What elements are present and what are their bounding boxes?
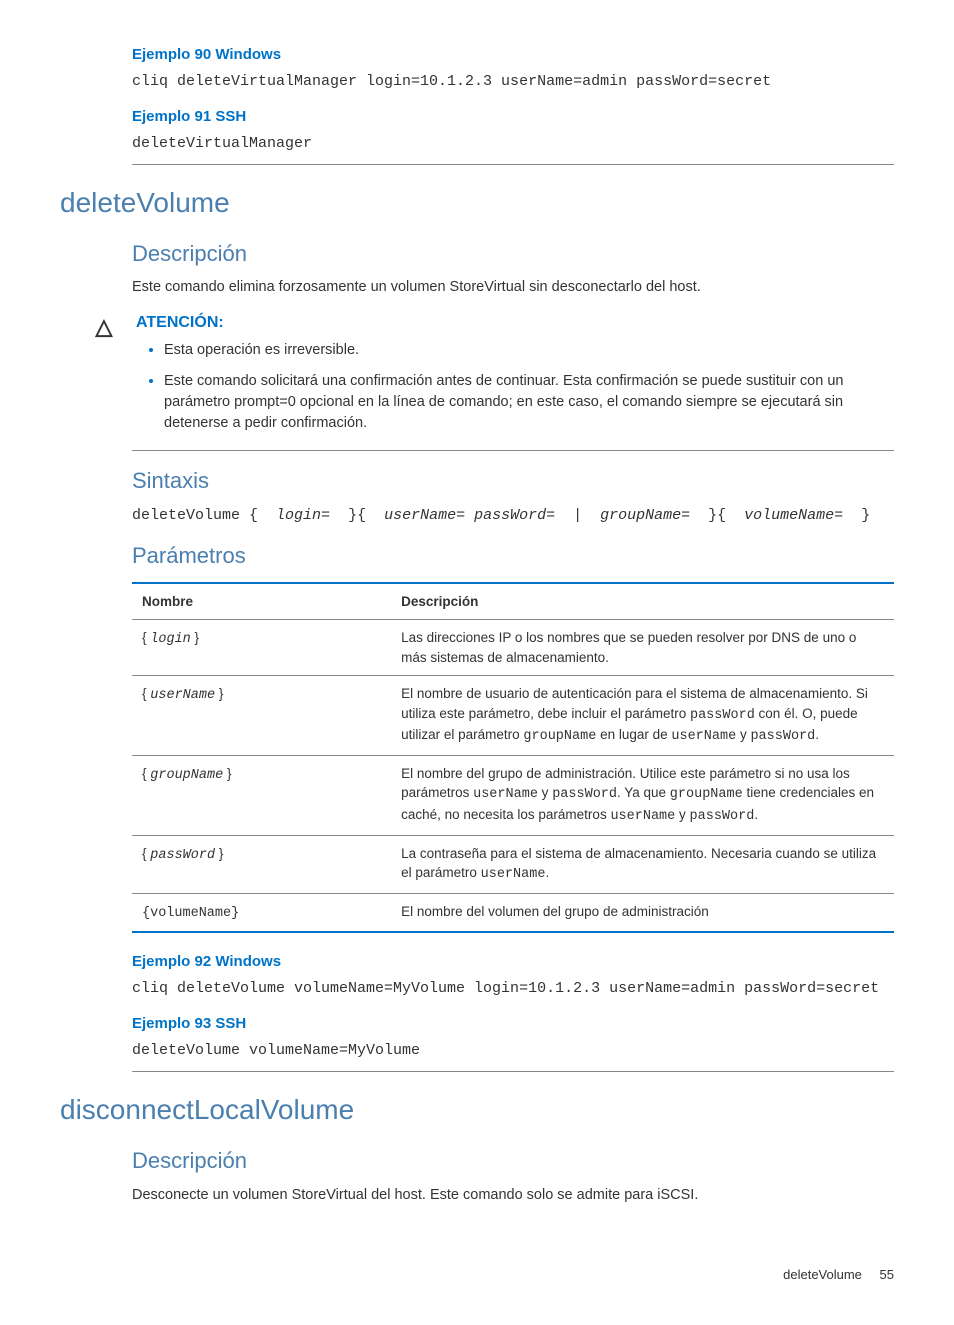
desc-heading: Descripción	[132, 1145, 894, 1177]
sintaxis-heading: Sintaxis	[132, 465, 894, 497]
section-disconnect-title: disconnectLocalVolume	[60, 1090, 894, 1131]
caution-icon: △	[92, 311, 116, 343]
params-heading: Parámetros	[132, 540, 894, 572]
example-93-code: deleteVolume volumeName=MyVolume	[132, 1041, 894, 1061]
table-row: {volumeName} El nombre del volumen del g…	[132, 893, 894, 932]
example-93-title: Ejemplo 93 SSH	[132, 1013, 894, 1035]
example-92-title: Ejemplo 92 Windows	[132, 951, 894, 973]
desc-text: Desconecte un volumen StoreVirtual del h…	[132, 1185, 894, 1206]
table-row: { groupName } El nombre del grupo de adm…	[132, 755, 894, 835]
caution-label: ATENCIÓN:	[136, 314, 224, 331]
desc-heading: Descripción	[132, 238, 894, 270]
table-row: { login } Las direcciones IP o los nombr…	[132, 620, 894, 676]
caution-item: Esta operación es irreversible.	[164, 338, 894, 361]
col-desc: Descripción	[391, 583, 894, 620]
page-footer: deleteVolume 55	[60, 1266, 894, 1285]
params-table: Nombre Descripción { login } Las direcci…	[132, 582, 894, 934]
page-number: 55	[880, 1267, 894, 1282]
table-row: { userName } El nombre de usuario de aut…	[132, 676, 894, 756]
example-91-code: deleteVirtualManager	[132, 134, 894, 154]
caution-item: Este comando solicitará una confirmación…	[164, 369, 894, 434]
footer-label: deleteVolume	[783, 1267, 862, 1282]
section-deletevolume-title: deleteVolume	[60, 183, 894, 224]
divider	[132, 164, 894, 165]
divider	[132, 450, 894, 451]
example-90-code: cliq deleteVirtualManager login=10.1.2.3…	[132, 72, 894, 92]
col-name: Nombre	[132, 583, 391, 620]
desc-text: Este comando elimina forzosamente un vol…	[132, 277, 894, 298]
caution-list: Esta operación es irreversible. Este com…	[136, 338, 894, 434]
syntax-code: deleteVolume { login= }{ userName= passW…	[132, 505, 894, 526]
divider	[132, 1071, 894, 1072]
example-91-title: Ejemplo 91 SSH	[132, 106, 894, 128]
example-90-title: Ejemplo 90 Windows	[132, 44, 894, 66]
example-92-code: cliq deleteVolume volumeName=MyVolume lo…	[132, 979, 894, 999]
table-row: { passWord } La contraseña para el siste…	[132, 835, 894, 893]
